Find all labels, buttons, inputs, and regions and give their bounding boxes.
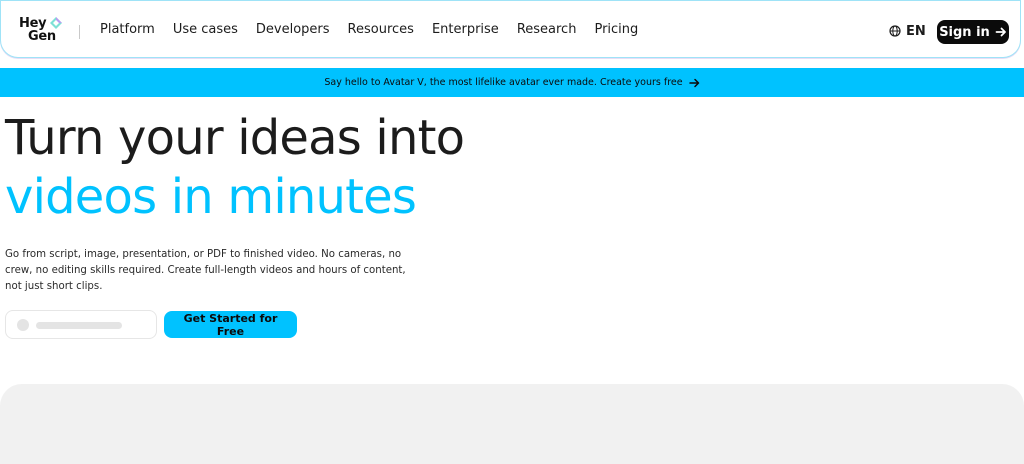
sign-in-button[interactable]: Sign in — [937, 20, 1009, 44]
input-avatar-skeleton — [17, 319, 29, 331]
globe-icon — [889, 25, 901, 37]
nav-item-developers[interactable]: Developers — [256, 1, 330, 59]
email-input-placeholder[interactable] — [5, 310, 157, 339]
language-label: EN — [906, 23, 926, 39]
arrow-right-icon — [688, 78, 699, 87]
hero-media-panel — [0, 384, 1024, 464]
hero-title-line1: Turn your ideas into — [5, 110, 465, 166]
hero-subtitle: Go from script, image, presentation, or … — [5, 249, 406, 292]
hero-title-line2: videos in minutes — [5, 169, 417, 225]
sign-in-label: Sign in — [939, 24, 990, 40]
language-selector[interactable]: EN — [889, 22, 926, 40]
nav-item-enterprise[interactable]: Enterprise — [432, 1, 499, 59]
nav-item-use-cases[interactable]: Use cases — [173, 1, 238, 59]
get-started-button[interactable]: Get Started for Free — [164, 311, 297, 338]
nav-item-research[interactable]: Research — [517, 1, 577, 59]
announcement-banner[interactable]: Say hello to Avatar V, the most lifelike… — [0, 68, 1024, 97]
arrow-right-icon — [995, 27, 1006, 37]
logo-gem-icon — [50, 17, 62, 29]
nav-item-platform[interactable]: Platform — [100, 1, 155, 59]
banner-text: Say hello to Avatar V, the most lifelike… — [324, 77, 683, 88]
main-menu: Platform Use cases Developers Resources … — [100, 1, 656, 59]
heygen-logo[interactable]: Hey Gen — [19, 17, 65, 47]
nav-divider — [79, 25, 80, 39]
input-text-skeleton — [36, 322, 122, 329]
nav-item-pricing[interactable]: Pricing — [594, 1, 638, 59]
top-navigation: Hey Gen Platform Use cases Developers Re… — [0, 0, 1021, 58]
logo-text-gen: Gen — [28, 29, 56, 44]
nav-item-resources[interactable]: Resources — [348, 1, 414, 59]
